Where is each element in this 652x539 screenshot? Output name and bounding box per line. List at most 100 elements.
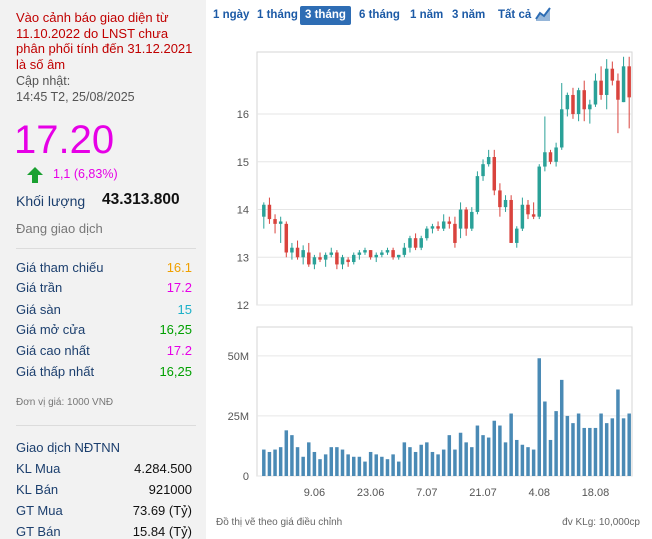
volume-bar — [419, 444, 423, 476]
volume-bar — [447, 435, 452, 476]
stat-label: Giá tham chiếu — [16, 260, 104, 275]
stat-row-floor: Giá sàn 15 — [16, 302, 192, 318]
date-tick-label: 18.08 — [582, 487, 610, 499]
candle-body — [368, 250, 373, 258]
candle-body — [610, 68, 615, 81]
candle-body — [616, 80, 620, 100]
candle-body — [352, 254, 356, 263]
candle-body — [396, 254, 401, 258]
stat-value: 17.2 — [166, 343, 192, 358]
volume-bar — [436, 454, 440, 476]
volume-bar — [526, 447, 530, 476]
volume-value: 43.313.800 — [102, 191, 180, 208]
candle-body — [475, 176, 480, 212]
tab-1-day[interactable]: 1 ngày — [208, 6, 254, 25]
updated-time: 14:45 T2, 25/08/2025 — [16, 90, 135, 104]
candle-body — [515, 228, 519, 243]
candle-body — [531, 214, 536, 217]
price-panel-frame — [256, 51, 633, 306]
volume-bar — [616, 389, 620, 476]
volume-bar — [295, 447, 300, 476]
candle-body — [329, 252, 334, 255]
candle-body — [408, 238, 412, 248]
stat-value: 16,25 — [159, 364, 192, 379]
chart-type-icon[interactable] — [535, 6, 551, 22]
volume-bar — [565, 415, 570, 476]
candle-body — [323, 254, 328, 260]
tab-all[interactable]: Tất cả — [493, 6, 536, 25]
volume-bar — [588, 427, 592, 476]
volume-bar — [515, 439, 519, 476]
warning-text: Vào cảnh báo giao diện từ 11.10.2022 do … — [16, 10, 193, 72]
volume-bar — [318, 459, 322, 476]
price-tick-label: 16 — [237, 109, 249, 121]
stat-value: 16,25 — [159, 322, 192, 337]
volume-bar — [458, 432, 463, 476]
foreign-label: KL Bán — [16, 482, 59, 497]
volume-tick-label: 0 — [243, 471, 249, 483]
volume-bar — [290, 435, 294, 476]
candle-body — [262, 204, 266, 217]
candle-body — [509, 199, 513, 243]
candle-body — [464, 209, 468, 229]
volume-bar — [554, 411, 558, 476]
tab-1-year[interactable]: 1 năm — [405, 6, 448, 25]
candle-body — [335, 252, 339, 265]
divider — [16, 248, 196, 249]
tab-3-years[interactable]: 3 năm — [447, 6, 490, 25]
chart-footnote: Đồ thị vẽ theo giá điều chỉnh — [216, 517, 343, 528]
volume-bar — [627, 413, 631, 476]
stat-label: Giá thấp nhất — [16, 364, 95, 379]
foreign-value: 4.284.500 — [134, 461, 192, 476]
volume-bar — [346, 454, 350, 476]
candle-body — [481, 164, 485, 177]
volume-bar — [481, 435, 485, 476]
stock-summary-panel: Vào cảnh báo giao diện từ 11.10.2022 do … — [0, 0, 206, 539]
current-price: 17.20 — [14, 118, 115, 162]
stat-row-open: Giá mở cửa 16,25 — [16, 322, 192, 338]
volume-bar — [267, 451, 272, 476]
candle-body — [340, 257, 345, 265]
volume-bar — [396, 461, 401, 476]
tab-3-months[interactable]: 3 tháng — [300, 6, 351, 25]
candle-body — [588, 104, 592, 110]
stat-label: Giá trần — [16, 280, 63, 295]
date-tick-label: 23.06 — [357, 487, 385, 499]
foreign-value: 73.69 (Tỷ) — [132, 503, 192, 518]
date-tick-label: 21.07 — [469, 487, 497, 499]
candle-body — [301, 250, 305, 258]
volume-bar — [284, 430, 289, 476]
volume-label: Khối lượng — [16, 193, 86, 209]
volume-bar — [441, 449, 446, 476]
volume-bar — [307, 442, 311, 476]
volume-bar — [352, 456, 356, 476]
candle-body — [273, 219, 277, 224]
tab-1-month[interactable]: 1 tháng — [252, 6, 303, 25]
volume-bar — [498, 425, 502, 476]
volume-tick-label: 50M — [228, 351, 249, 363]
volume-bar — [391, 454, 395, 476]
date-tick-label: 4.08 — [529, 487, 550, 499]
stat-label: Giá mở cửa — [16, 322, 86, 337]
candle-body — [571, 94, 575, 115]
tab-6-months[interactable]: 6 tháng — [354, 6, 405, 25]
candle-body — [385, 250, 390, 253]
candle-body — [503, 199, 508, 208]
candle-body — [363, 250, 367, 253]
volume-tick-label: 25M — [228, 411, 249, 423]
volume-bar — [593, 427, 598, 476]
candle-body — [290, 247, 294, 253]
candle-body — [498, 190, 502, 208]
price-tick-label: 14 — [237, 205, 249, 217]
candle-body — [582, 90, 586, 110]
candle-body — [430, 226, 435, 229]
candle-body — [346, 259, 350, 263]
candle-body — [295, 247, 300, 258]
candle-body — [458, 209, 463, 229]
volume-bar — [340, 449, 345, 476]
candle-body — [419, 238, 423, 248]
volume-bar — [413, 451, 418, 476]
candle-body — [441, 221, 446, 229]
volume-bar — [323, 454, 328, 476]
candle-body — [593, 80, 598, 105]
